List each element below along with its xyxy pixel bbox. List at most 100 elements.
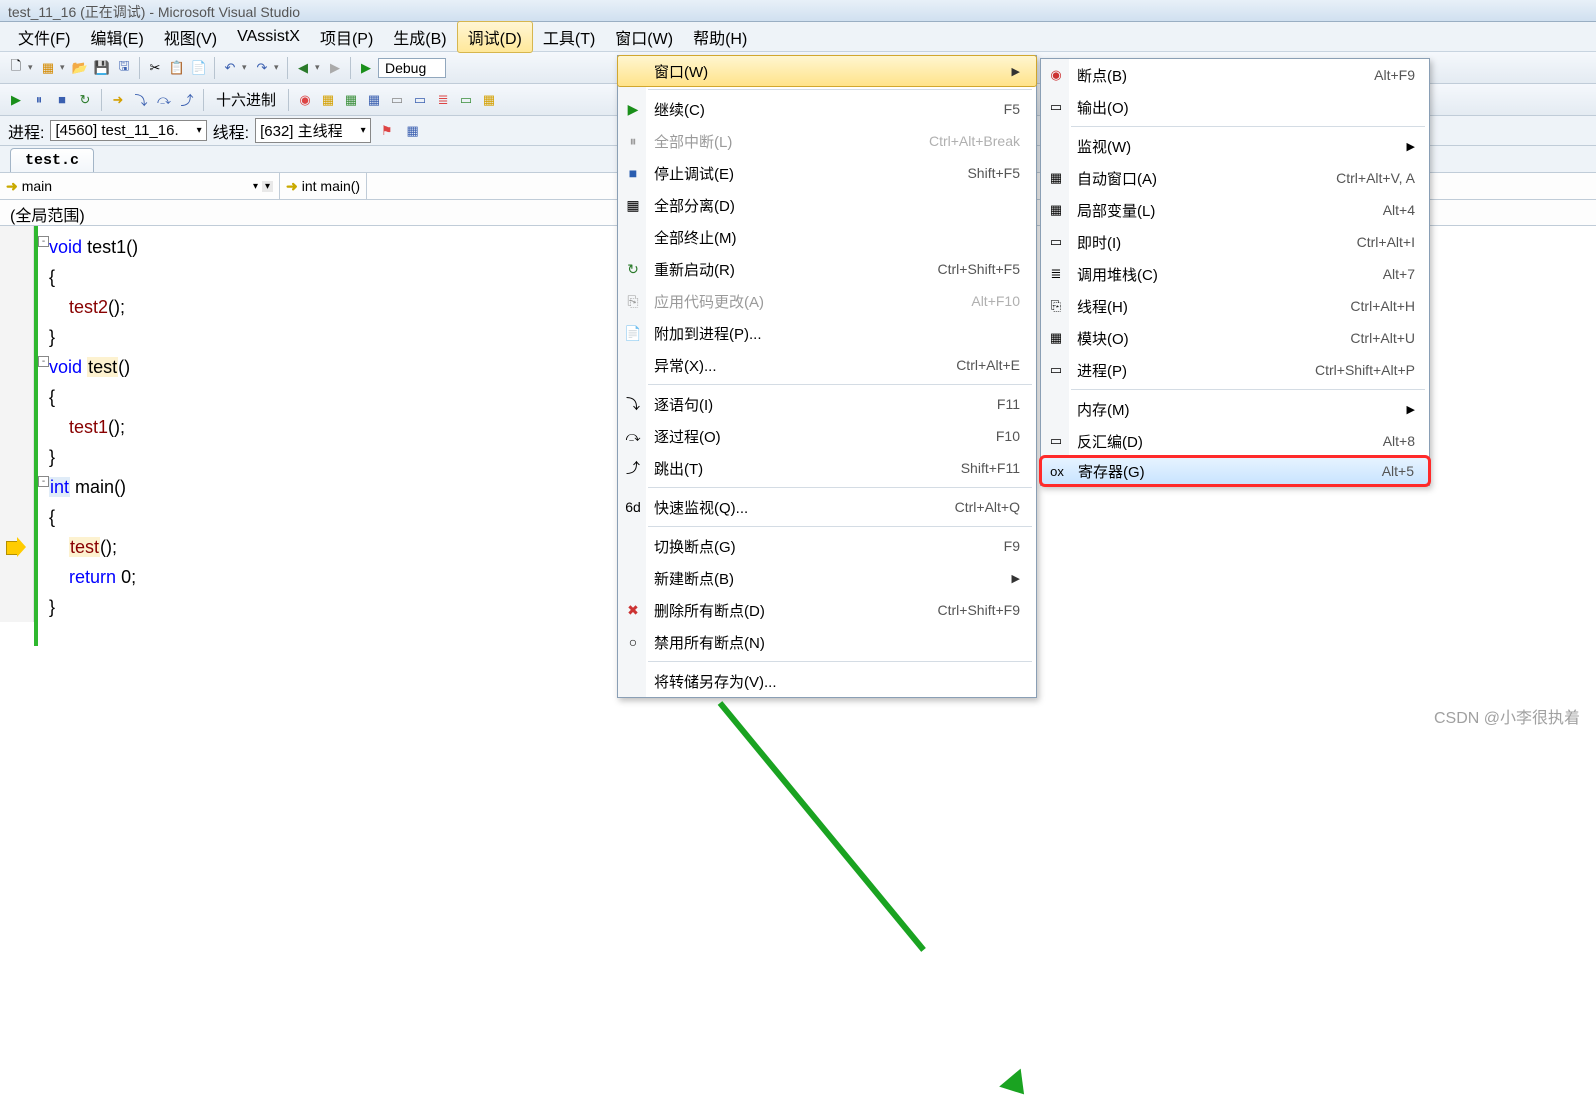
nav-function[interactable]: int main(): [302, 178, 360, 194]
tb-icon-5[interactable]: ▭: [387, 90, 407, 110]
menu-item[interactable]: ▦全部分离(D): [618, 189, 1036, 221]
menu-separator: [648, 526, 1032, 527]
step-into-icon[interactable]: ⤵: [131, 90, 151, 110]
process-selector[interactable]: [4560] test_11_16.▾: [50, 120, 206, 141]
cut-icon[interactable]: ✂: [145, 58, 165, 78]
fold-toggle[interactable]: -: [38, 476, 49, 487]
tb-icon-8[interactable]: ▭: [456, 90, 476, 110]
show-next-icon[interactable]: ➜: [108, 90, 128, 110]
menu-item[interactable]: 6d快速监视(Q)...Ctrl+Alt+Q: [618, 491, 1036, 523]
menu-project[interactable]: 项目(P): [310, 22, 383, 52]
menu-item[interactable]: 📄附加到进程(P)...: [618, 317, 1036, 349]
submenu-item[interactable]: 监视(W)▶: [1041, 130, 1429, 162]
fold-toggle[interactable]: -: [38, 356, 49, 367]
menu-item[interactable]: ⤵逐语句(I)F11: [618, 388, 1036, 420]
menu-edit[interactable]: 编辑(E): [80, 22, 153, 52]
submenu-item[interactable]: ▭即时(I)Ctrl+Alt+I: [1041, 226, 1429, 258]
menu-item[interactable]: ⤼逐过程(O)F10: [618, 420, 1036, 452]
nav-fwd-icon[interactable]: ▶: [325, 58, 345, 78]
submenu-item[interactable]: ▭反汇编(D)Alt+8: [1041, 425, 1429, 457]
flag-icon[interactable]: ⚑: [377, 121, 397, 141]
menu-tools[interactable]: 工具(T): [533, 22, 605, 52]
menu-file[interactable]: 文件(F): [8, 22, 80, 52]
menu-item[interactable]: ⎘应用代码更改(A)Alt+F10: [618, 285, 1036, 317]
menu-separator: [1071, 126, 1425, 127]
undo-icon[interactable]: ↶: [220, 58, 240, 78]
menu-item-icon: [622, 60, 644, 82]
submenu-item[interactable]: ▦局部变量(L)Alt+4: [1041, 194, 1429, 226]
submenu-item[interactable]: ≣调用堆栈(C)Alt+7: [1041, 258, 1429, 290]
menu-item[interactable]: 新建断点(B)▶: [618, 562, 1036, 594]
stop-icon[interactable]: ■: [52, 90, 72, 110]
menu-item[interactable]: 窗口(W)▶: [617, 55, 1037, 87]
submenu-item[interactable]: 内存(M)▶: [1041, 393, 1429, 425]
submenu-item[interactable]: ▭进程(P)Ctrl+Shift+Alt+P: [1041, 354, 1429, 386]
menu-item[interactable]: 全部终止(M): [618, 221, 1036, 253]
submenu-item-shortcut: Ctrl+Alt+U: [1350, 330, 1415, 346]
chevron-down-icon[interactable]: ▾: [262, 181, 273, 192]
file-tab-active[interactable]: test.c: [10, 148, 94, 172]
submenu-item-icon: ▭: [1045, 430, 1067, 452]
step-over-icon[interactable]: ⤼: [154, 90, 174, 110]
stack-frame-icon[interactable]: ▦: [403, 121, 423, 141]
copy-icon[interactable]: 📋: [167, 58, 187, 78]
menu-build[interactable]: 生成(B): [383, 22, 456, 52]
menu-item[interactable]: ↻重新启动(R)Ctrl+Shift+F5: [618, 253, 1036, 285]
tb-icon-6[interactable]: ▭: [410, 90, 430, 110]
continue-icon[interactable]: ▶: [6, 90, 26, 110]
start-debug-icon[interactable]: ▶: [356, 58, 376, 78]
save-all-icon[interactable]: 🖫: [114, 58, 134, 78]
tb-icon-3[interactable]: ▦: [341, 90, 361, 110]
menu-vassistx[interactable]: VAssistX: [227, 25, 310, 49]
restart-icon[interactable]: ↻: [75, 90, 95, 110]
menu-item-icon: ○: [622, 631, 644, 653]
menu-item[interactable]: ⏸全部中断(L)Ctrl+Alt+Break: [618, 125, 1036, 157]
menu-item[interactable]: 将转储另存为(V)...: [618, 665, 1036, 697]
menu-item-shortcut: Ctrl+Alt+E: [956, 357, 1020, 373]
save-icon[interactable]: 💾: [92, 58, 112, 78]
menu-item[interactable]: ■停止调试(E)Shift+F5: [618, 157, 1036, 189]
tb-icon-4[interactable]: ▦: [364, 90, 384, 110]
tb-icon-9[interactable]: ▦: [479, 90, 499, 110]
window-title: test_11_16 (正在调试) - Microsoft Visual Stu…: [8, 4, 300, 20]
step-out-icon[interactable]: ⤴: [177, 90, 197, 110]
tb-icon-7[interactable]: ≣: [433, 90, 453, 110]
menu-item[interactable]: 切换断点(G)F9: [618, 530, 1036, 562]
add-item-icon[interactable]: ▦: [38, 58, 58, 78]
submenu-item[interactable]: ◉断点(B)Alt+F9: [1041, 59, 1429, 91]
menu-item[interactable]: 异常(X)...Ctrl+Alt+E: [618, 349, 1036, 381]
menu-item-label: 停止调试(E): [654, 163, 927, 184]
menu-item-label: 应用代码更改(A): [654, 291, 931, 312]
hex-label[interactable]: 十六进制: [216, 89, 276, 110]
submenu-item[interactable]: ox寄存器(G)Alt+5: [1039, 455, 1431, 487]
submenu-item-label: 局部变量(L): [1077, 200, 1349, 221]
menu-item[interactable]: ⤴跳出(T)Shift+F11: [618, 452, 1036, 484]
paste-icon[interactable]: 📄: [189, 58, 209, 78]
submenu-item[interactable]: ▦自动窗口(A)Ctrl+Alt+V, A: [1041, 162, 1429, 194]
submenu-item[interactable]: ⎘线程(H)Ctrl+Alt+H: [1041, 290, 1429, 322]
menu-item[interactable]: ✖删除所有断点(D)Ctrl+Shift+F9: [618, 594, 1036, 626]
new-project-icon[interactable]: 🗋: [6, 58, 26, 78]
menu-help[interactable]: 帮助(H): [683, 22, 757, 52]
menu-debug[interactable]: 调试(D): [457, 21, 533, 53]
fold-toggle[interactable]: -: [38, 236, 49, 247]
pause-icon[interactable]: ⏸: [29, 90, 49, 110]
thread-selector[interactable]: [632] 主线程▾: [255, 118, 371, 143]
menu-item-label: 窗口(W): [654, 61, 1002, 82]
open-icon[interactable]: 📂: [70, 58, 90, 78]
config-selector[interactable]: Debug: [378, 58, 446, 78]
menu-item[interactable]: ▶继续(C)F5: [618, 93, 1036, 125]
redo-icon[interactable]: ↷: [252, 58, 272, 78]
nav-back-icon[interactable]: ◀: [293, 58, 313, 78]
chevron-down-icon[interactable]: ▾: [253, 181, 258, 192]
tb-icon-2[interactable]: ▦: [318, 90, 338, 110]
menu-item[interactable]: ○禁用所有断点(N): [618, 626, 1036, 658]
submenu-item[interactable]: ▭输出(O): [1041, 91, 1429, 123]
nav-scope[interactable]: main: [22, 178, 249, 194]
submenu-item[interactable]: ▦模块(O)Ctrl+Alt+U: [1041, 322, 1429, 354]
change-indicator: [34, 226, 38, 646]
tb-icon-1[interactable]: ◉: [295, 90, 315, 110]
menu-window[interactable]: 窗口(W): [605, 22, 683, 52]
menu-item-shortcut: Shift+F11: [961, 460, 1020, 476]
menu-view[interactable]: 视图(V): [154, 22, 227, 52]
